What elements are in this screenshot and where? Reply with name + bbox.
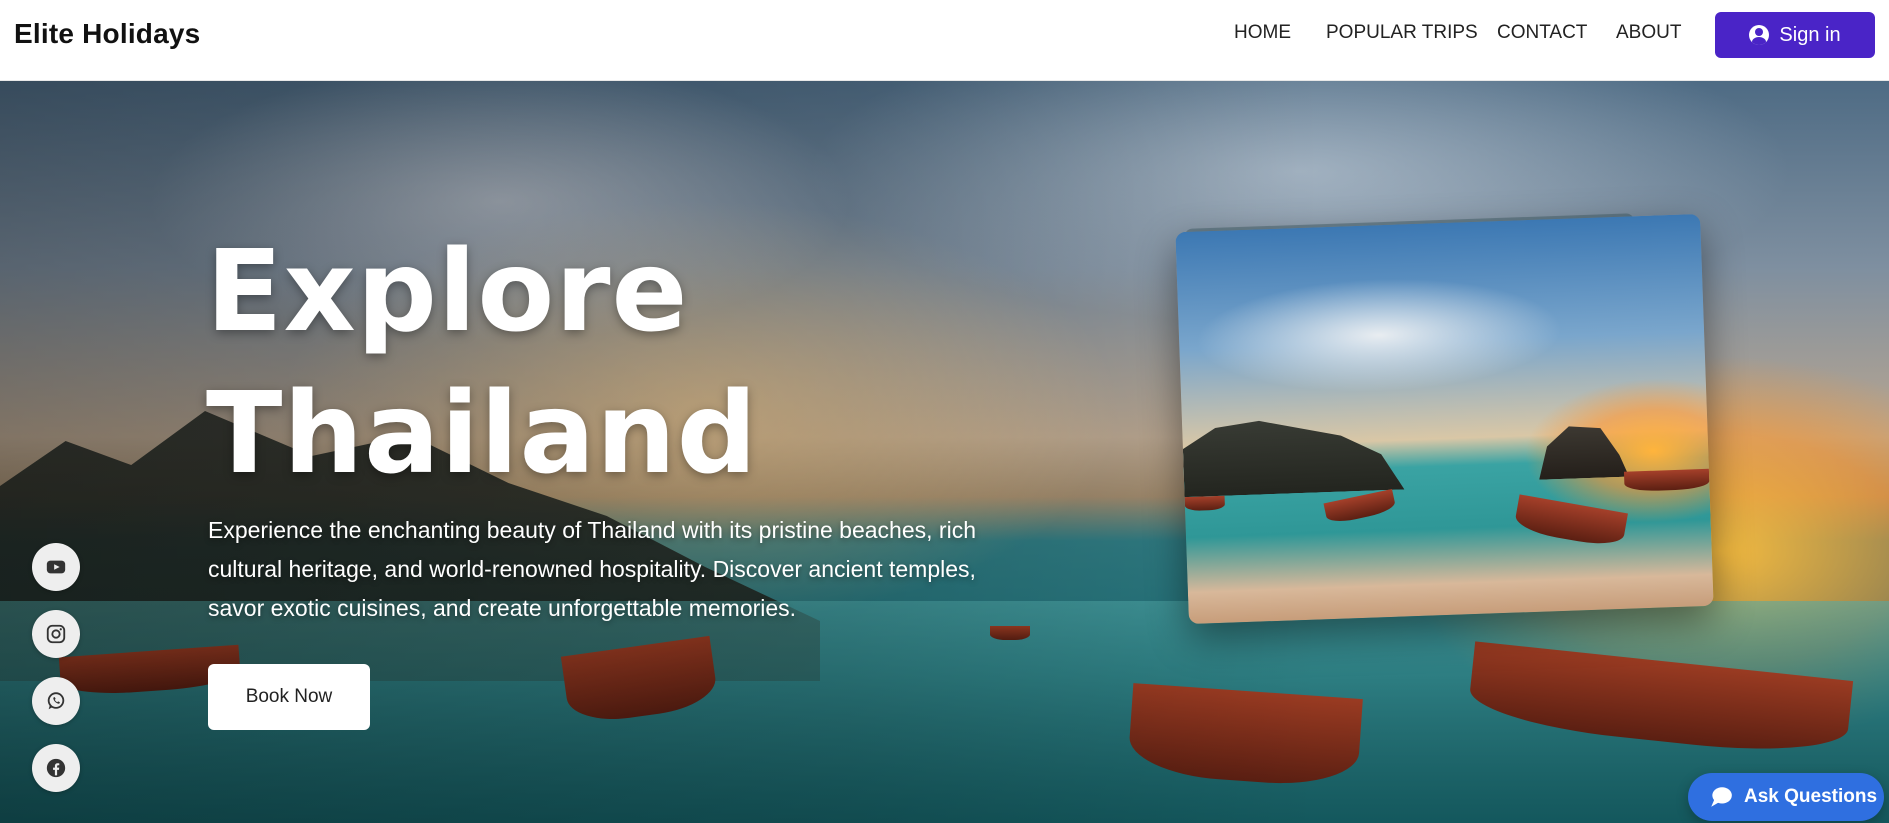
facebook-link[interactable]	[32, 744, 80, 792]
karst-rock	[1182, 409, 1405, 497]
longtail-boat	[1513, 494, 1628, 549]
karst-rock	[1537, 422, 1629, 480]
facebook-icon	[46, 758, 66, 778]
longtail-boat	[1623, 468, 1710, 492]
hero-title: Explore Thailand	[206, 221, 758, 505]
nav-contact[interactable]: CONTACT	[1497, 22, 1587, 44]
chat-bubble-icon	[1711, 787, 1732, 807]
sign-in-button[interactable]: Sign in	[1715, 12, 1875, 58]
instagram-icon	[46, 624, 66, 644]
user-circle-icon	[1749, 25, 1770, 45]
ask-questions-button[interactable]: Ask Questions	[1688, 773, 1884, 821]
nav-home[interactable]: HOME	[1234, 22, 1291, 44]
destination-image-card	[1175, 213, 1714, 625]
whatsapp-link[interactable]	[32, 677, 80, 725]
longtail-boat	[1184, 495, 1226, 512]
instagram-link[interactable]	[32, 610, 80, 658]
hero-title-line-1: Explore	[206, 227, 689, 357]
hero-section: Explore Thailand Experience the enchanti…	[0, 81, 1889, 823]
brand-logo[interactable]: Elite Holidays	[14, 18, 200, 50]
sign-in-label: Sign in	[1779, 23, 1841, 46]
youtube-icon	[46, 560, 66, 574]
nav-popular-trips[interactable]: POPULAR TRIPS	[1326, 22, 1478, 44]
longtail-boat	[1323, 488, 1397, 526]
nav-about[interactable]: ABOUT	[1616, 22, 1681, 44]
navbar: Elite Holidays HOME POPULAR TRIPS CONTAC…	[0, 0, 1889, 81]
ask-questions-label: Ask Questions	[1744, 786, 1878, 807]
book-now-button[interactable]: Book Now	[208, 664, 370, 730]
whatsapp-icon	[47, 692, 65, 710]
hero-description: Experience the enchanting beauty of Thai…	[208, 517, 976, 621]
hero-title-line-2: Thailand	[206, 369, 758, 499]
youtube-link[interactable]	[32, 543, 80, 591]
